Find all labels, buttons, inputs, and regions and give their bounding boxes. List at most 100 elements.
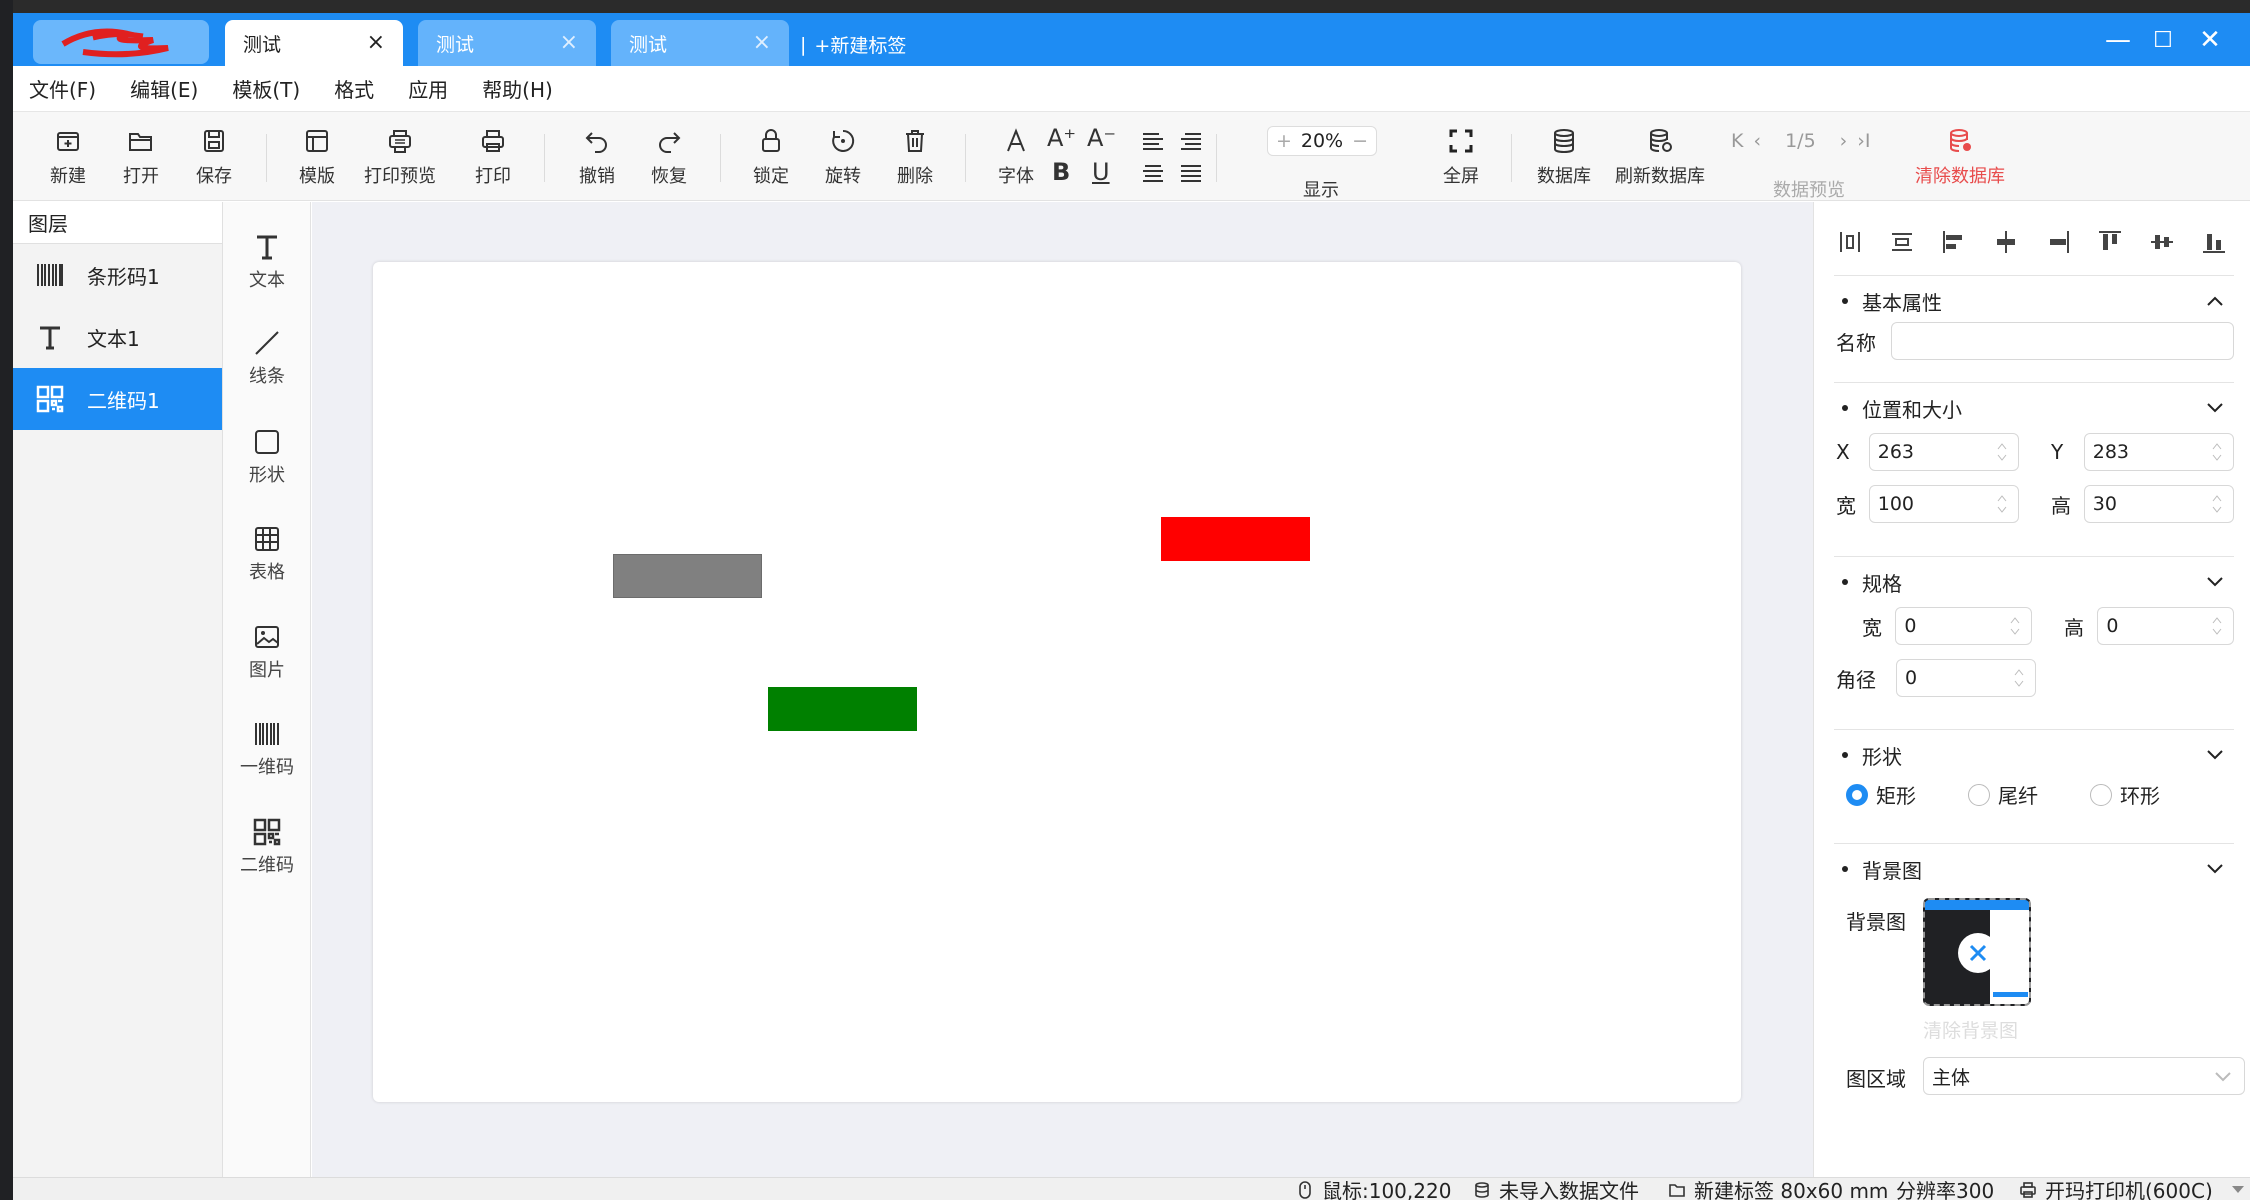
tab-1[interactable]: 测试 × <box>225 20 403 66</box>
zoom-in-button[interactable]: + <box>1276 130 1292 152</box>
tool-image[interactable]: 图片 <box>223 622 311 682</box>
tab-close-icon[interactable]: × <box>367 32 385 54</box>
first-page-icon[interactable]: K <box>1731 130 1743 152</box>
align-right-edge-icon[interactable] <box>2042 226 2074 258</box>
radio-pigtail[interactable] <box>1968 783 1990 806</box>
distribute-vertical-icon[interactable] <box>1886 226 1918 258</box>
menu-file[interactable]: 文件(F) <box>29 74 96 103</box>
tool-text[interactable]: 文本 <box>223 232 311 292</box>
undo-button[interactable]: 撤销 <box>579 126 615 188</box>
menu-format[interactable]: 格式 <box>334 74 374 103</box>
gray-rectangle[interactable] <box>613 554 762 598</box>
area-select[interactable]: 主体 <box>1923 1057 2245 1095</box>
last-page-icon[interactable]: ›I <box>1857 130 1870 152</box>
toolbar-divider <box>1216 134 1217 182</box>
menu-apply[interactable]: 应用 <box>408 74 448 103</box>
database-button[interactable]: 数据库 <box>1537 126 1591 188</box>
align-vertical-center-icon[interactable] <box>2146 226 2178 258</box>
fullscreen-button[interactable]: 全屏 <box>1443 126 1479 188</box>
height-input[interactable]: 30 <box>2083 485 2234 523</box>
new-tab-button[interactable]: | +新建标签 <box>800 31 906 58</box>
clear-background-button[interactable]: 清除背景图 <box>1923 1016 2018 1043</box>
print-button[interactable]: 打印 <box>475 126 511 188</box>
radio-ring[interactable] <box>2090 783 2112 806</box>
y-input[interactable]: 283 <box>2083 433 2234 471</box>
maximize-button[interactable]: ☐ <box>2143 23 2183 57</box>
align-top-edge-icon[interactable] <box>2094 226 2126 258</box>
new-button[interactable]: 新建 <box>50 126 86 188</box>
width-input[interactable]: 100 <box>1868 485 2019 523</box>
spinner-icon[interactable] <box>2211 493 2223 515</box>
tab-close-icon[interactable]: × <box>753 32 771 54</box>
canvas-area[interactable] <box>312 202 1813 1177</box>
layer-item-qrcode[interactable]: 二维码1 <box>13 368 222 430</box>
tab-close-icon[interactable]: × <box>560 32 578 54</box>
text-icon <box>40 326 60 350</box>
spinner-icon[interactable] <box>2013 667 2025 689</box>
template-button[interactable]: 模版 <box>299 126 335 188</box>
align-justify-icon[interactable] <box>1178 160 1204 186</box>
tab-2[interactable]: 测试 × <box>418 20 596 66</box>
close-window-button[interactable]: ✕ <box>2190 23 2230 57</box>
open-button[interactable]: 打开 <box>123 126 159 188</box>
align-right-icon[interactable] <box>1178 128 1204 154</box>
prev-page-icon[interactable]: ‹ <box>1753 130 1761 152</box>
tool-barcode[interactable]: 一维码 <box>223 719 311 779</box>
zoom-out-button[interactable]: − <box>1352 130 1368 152</box>
printer-status[interactable]: 开玛打印机(600C) <box>2019 1175 2245 1200</box>
lock-button[interactable]: 锁定 <box>753 126 789 188</box>
bold-button[interactable]: B <box>1052 158 1070 186</box>
x-input[interactable]: 263 <box>1868 433 2019 471</box>
remove-background-button[interactable] <box>1958 933 1998 973</box>
font-button[interactable]: 字体 <box>998 126 1034 188</box>
name-input[interactable] <box>1891 322 2234 360</box>
distribute-horizontal-icon[interactable] <box>1834 226 1866 258</box>
basic-props-header[interactable]: 基本属性 <box>1834 276 2234 326</box>
print-preview-button[interactable]: 打印预览 <box>364 126 436 188</box>
menu-help[interactable]: 帮助(H) <box>482 74 553 103</box>
background-header[interactable]: 背景图 <box>1834 844 2234 894</box>
data-preview-label[interactable]: 数据预览 <box>1773 176 1845 202</box>
align-center-icon[interactable] <box>1140 160 1166 186</box>
spinner-icon[interactable] <box>1996 441 2008 463</box>
next-page-icon[interactable]: › <box>1840 130 1848 152</box>
menu-edit[interactable]: 编辑(E) <box>130 74 198 103</box>
tab-3[interactable]: 测试 × <box>611 20 789 66</box>
tool-table[interactable]: 表格 <box>223 524 311 584</box>
clear-database-button[interactable]: 清除数据库 <box>1915 126 2005 188</box>
layer-item-barcode[interactable]: 条形码1 <box>13 244 222 306</box>
rotate-button[interactable]: 旋转 <box>825 126 861 188</box>
spinner-icon[interactable] <box>2009 615 2021 637</box>
tool-qrcode[interactable]: 二维码 <box>223 817 311 877</box>
radio-rect[interactable] <box>1846 783 1868 806</box>
layer-item-text[interactable]: 文本1 <box>13 306 222 368</box>
align-horizontal-center-icon[interactable] <box>1990 226 2022 258</box>
spec-width-input[interactable]: 0 <box>1895 607 2032 645</box>
tool-line[interactable]: 线条 <box>223 328 311 388</box>
spec-height-input[interactable]: 0 <box>2097 607 2234 645</box>
redo-button[interactable]: 恢复 <box>651 126 687 188</box>
align-left-edge-icon[interactable] <box>1938 226 1970 258</box>
red-rectangle[interactable] <box>1161 517 1310 561</box>
spinner-icon[interactable] <box>1996 493 2008 515</box>
spinner-icon[interactable] <box>2211 615 2223 637</box>
font-decrease-button[interactable]: A⁻ <box>1087 124 1116 152</box>
menu-template[interactable]: 模板(T) <box>232 74 300 103</box>
save-button[interactable]: 保存 <box>196 126 232 188</box>
position-header[interactable]: 位置和大小 <box>1834 383 2234 433</box>
shape-header[interactable]: 形状 <box>1834 730 2234 780</box>
refresh-database-button[interactable]: 刷新数据库 <box>1615 126 1705 188</box>
radius-input[interactable]: 0 <box>1896 659 2036 697</box>
spinner-icon[interactable] <box>2211 441 2223 463</box>
align-left-icon[interactable] <box>1140 128 1166 154</box>
minimize-button[interactable]: — <box>2098 23 2138 57</box>
spec-header[interactable]: 规格 <box>1834 557 2234 607</box>
label-paper[interactable] <box>373 262 1741 1102</box>
green-rectangle[interactable] <box>768 687 917 731</box>
tool-shape[interactable]: 形状 <box>223 427 311 487</box>
font-increase-button[interactable]: A⁺ <box>1047 124 1076 152</box>
underline-button[interactable]: U <box>1092 158 1110 186</box>
background-thumbnail[interactable] <box>1923 898 2031 1006</box>
delete-button[interactable]: 删除 <box>897 126 933 188</box>
align-bottom-edge-icon[interactable] <box>2198 226 2230 258</box>
